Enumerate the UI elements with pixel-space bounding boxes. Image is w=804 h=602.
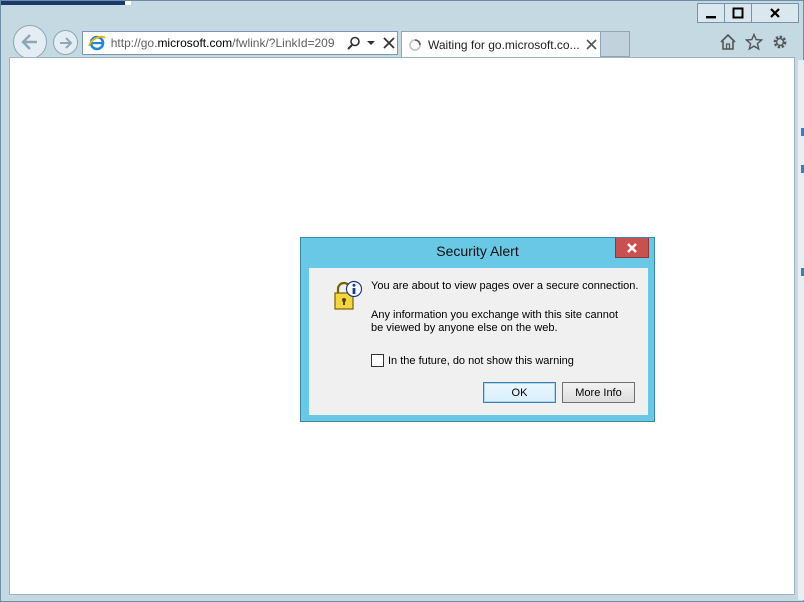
url-prefix: http://go. bbox=[110, 36, 158, 50]
desktop-remnant bbox=[1, 1, 125, 5]
ok-button[interactable]: OK bbox=[483, 382, 556, 403]
warning-checkbox[interactable] bbox=[371, 354, 384, 367]
tab-waiting[interactable]: Waiting for go.microsoft.co... bbox=[401, 31, 601, 57]
minimize-icon bbox=[706, 16, 716, 19]
close-icon bbox=[770, 8, 780, 18]
minimize-button[interactable] bbox=[697, 3, 725, 23]
close-button[interactable] bbox=[751, 3, 799, 23]
back-arrow-icon bbox=[21, 34, 37, 50]
maximize-icon bbox=[732, 7, 744, 19]
dialog-message-secondary: Any information you exchange with this s… bbox=[371, 309, 619, 334]
toolbar-icons bbox=[717, 31, 791, 53]
more-info-button[interactable]: More Info bbox=[562, 382, 635, 403]
stop-icon[interactable] bbox=[381, 35, 397, 51]
padlock-info-icon bbox=[334, 280, 363, 310]
favorites-star-icon[interactable] bbox=[743, 31, 765, 53]
caption-buttons bbox=[697, 3, 799, 23]
url-domain: microsoft.com bbox=[157, 36, 233, 50]
warning-checkbox-row[interactable]: In the future, do not show this warning bbox=[371, 354, 574, 367]
tab-close-icon[interactable] bbox=[584, 38, 598, 52]
desktop-edge bbox=[798, 60, 804, 600]
url-suffix: /fwlink/?LinkId=209 bbox=[232, 36, 335, 50]
dropdown-icon[interactable] bbox=[363, 35, 379, 51]
forward-button[interactable] bbox=[53, 30, 78, 55]
dialog-message-primary: You are about to view pages over a secur… bbox=[371, 280, 639, 292]
security-alert-dialog: Security Alert You are about to view pag… bbox=[300, 237, 655, 422]
maximize-button[interactable] bbox=[724, 3, 752, 23]
new-tab-button[interactable] bbox=[601, 31, 630, 57]
ie-logo-icon bbox=[87, 33, 107, 53]
dialog-close-button[interactable] bbox=[615, 238, 649, 258]
warning-checkbox-label[interactable]: In the future, do not show this warning bbox=[388, 355, 574, 367]
address-url[interactable]: http://go.microsoft.com/fwlink/?LinkId=2… bbox=[111, 36, 344, 50]
forward-arrow-icon bbox=[59, 36, 72, 49]
desktop-remnant bbox=[125, 1, 131, 5]
dialog-title: Security Alert bbox=[436, 243, 519, 259]
dialog-body: You are about to view pages over a secur… bbox=[309, 268, 648, 415]
search-icon[interactable] bbox=[346, 35, 362, 51]
tab-title: Waiting for go.microsoft.co... bbox=[428, 37, 580, 52]
back-button[interactable] bbox=[13, 25, 47, 59]
close-icon bbox=[627, 242, 637, 253]
home-icon[interactable] bbox=[717, 31, 739, 53]
loading-spinner-icon bbox=[409, 38, 421, 51]
gear-icon[interactable] bbox=[769, 31, 791, 53]
address-bar[interactable]: http://go.microsoft.com/fwlink/?LinkId=2… bbox=[82, 31, 398, 55]
